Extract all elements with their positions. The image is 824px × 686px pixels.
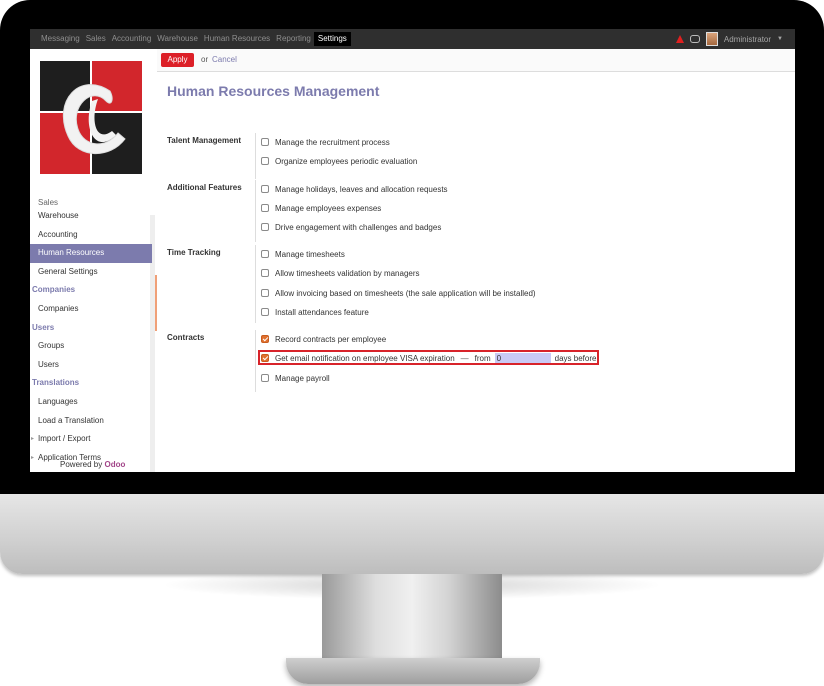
- section-label-additional-features: Additional Features: [167, 183, 242, 192]
- option-recruitment[interactable]: Manage the recruitment process: [261, 136, 390, 148]
- timesheets-checkbox[interactable]: [261, 250, 269, 258]
- attendances-checkbox[interactable]: [261, 308, 269, 316]
- sidebar-item-load-translation[interactable]: Load a Translation: [30, 412, 152, 431]
- contracts-checkbox[interactable]: [261, 335, 269, 343]
- timesheet-invoicing-checkbox[interactable]: [261, 289, 269, 297]
- option-timesheet-invoicing[interactable]: Allow invoicing based on timesheets (the…: [261, 287, 536, 299]
- section-label-time-tracking: Time Tracking: [167, 248, 221, 257]
- option-label: Manage payroll: [275, 373, 330, 383]
- payroll-checkbox[interactable]: [261, 374, 269, 382]
- sidebar-item-users[interactable]: Users: [30, 356, 152, 375]
- option-evaluation[interactable]: Organize employees periodic evaluation: [261, 155, 417, 167]
- top-navbar: Messaging Sales Accounting Warehouse Hum…: [30, 29, 795, 50]
- sidebar-item-groups[interactable]: Groups: [30, 337, 152, 356]
- sidebar-item-languages[interactable]: Languages: [30, 393, 152, 412]
- option-label: Organize employees periodic evaluation: [275, 156, 418, 166]
- or-label: or: [201, 55, 209, 64]
- option-expenses[interactable]: Manage employees expenses: [261, 202, 381, 214]
- separator-dash: —: [460, 353, 469, 363]
- sidebar: Sales Warehouse Accounting Human Resourc…: [30, 49, 157, 472]
- option-timesheets[interactable]: Manage timesheets: [261, 248, 345, 260]
- option-label: Drive engagement with challenges and bad…: [275, 222, 442, 232]
- sidebar-item-sales[interactable]: Sales: [30, 199, 152, 207]
- visa-notification-checkbox[interactable]: [261, 354, 269, 362]
- app-screen: Messaging Sales Accounting Warehouse Hum…: [30, 29, 795, 472]
- menu-warehouse[interactable]: Warehouse: [154, 29, 201, 49]
- monitor-stand: [322, 574, 502, 666]
- option-visa-notification[interactable]: Get email notification on employee VISA …: [261, 352, 596, 364]
- main-menu: Messaging Sales Accounting Warehouse Hum…: [38, 29, 351, 49]
- monitor-chin: [0, 494, 824, 574]
- option-label: Allow timesheets validation by managers: [275, 268, 420, 278]
- company-logo: [40, 61, 142, 174]
- menu-settings[interactable]: Settings: [313, 32, 351, 46]
- apply-button[interactable]: Apply: [161, 53, 194, 67]
- settings-form: Apply or Cancel Human Resources Manageme…: [157, 49, 795, 472]
- days-before-input[interactable]: [494, 353, 551, 363]
- option-timesheet-validation[interactable]: Allow timesheets validation by managers: [261, 267, 420, 279]
- form-toolbar: Apply or Cancel: [157, 49, 795, 72]
- sidebar-item-import-export[interactable]: Import / Export: [30, 430, 152, 449]
- cancel-link[interactable]: Cancel: [212, 53, 237, 67]
- menu-messaging[interactable]: Messaging: [38, 29, 83, 49]
- section-label-contracts: Contracts: [167, 333, 205, 342]
- option-label: Manage employees expenses: [275, 203, 382, 213]
- section-divider: [255, 245, 256, 323]
- timesheet-validation-checkbox[interactable]: [261, 269, 269, 277]
- option-label: Get email notification on employee VISA …: [275, 353, 455, 363]
- option-holidays[interactable]: Manage holidays, leaves and allocation r…: [261, 183, 448, 195]
- section-divider: [255, 133, 256, 179]
- from-label: from: [474, 353, 491, 363]
- challenges-checkbox[interactable]: [261, 223, 269, 231]
- menu-accounting[interactable]: Accounting: [109, 29, 155, 49]
- sidebar-category-companies[interactable]: Companies: [30, 281, 152, 300]
- option-label: Allow invoicing based on timesheets (the…: [275, 288, 536, 298]
- option-payroll[interactable]: Manage payroll: [261, 372, 330, 384]
- recruitment-checkbox[interactable]: [261, 138, 269, 146]
- user-area: Administrator ▼: [675, 29, 783, 49]
- sidebar-category-translations[interactable]: Translations: [30, 374, 152, 393]
- sidebar-category-users[interactable]: Users: [30, 319, 152, 338]
- evaluation-checkbox[interactable]: [261, 157, 269, 165]
- warning-icon[interactable]: [675, 35, 684, 43]
- holidays-checkbox[interactable]: [261, 185, 269, 193]
- user-menu[interactable]: Administrator: [724, 35, 771, 44]
- menu-sales[interactable]: Sales: [83, 29, 109, 49]
- option-label: Record contracts per employee: [275, 334, 387, 344]
- section-divider: [255, 180, 256, 242]
- option-label: Install attendances feature: [275, 307, 369, 317]
- sidebar-item-companies[interactable]: Companies: [30, 300, 152, 319]
- odoo-link[interactable]: Odoo: [104, 460, 125, 469]
- option-attendances[interactable]: Install attendances feature: [261, 306, 369, 318]
- monitor-base: [286, 658, 540, 684]
- chevron-down-icon: ▼: [777, 36, 783, 42]
- option-label: Manage timesheets: [275, 249, 345, 259]
- menu-reporting[interactable]: Reporting: [273, 29, 314, 49]
- sidebar-item-accounting[interactable]: Accounting: [30, 226, 152, 245]
- menu-human-resources[interactable]: Human Resources: [201, 29, 273, 49]
- powered-by: Powered by Odoo: [60, 460, 125, 469]
- sidebar-item-warehouse[interactable]: Warehouse: [30, 207, 152, 226]
- option-label: Manage holidays, leaves and allocation r…: [275, 184, 448, 194]
- expenses-checkbox[interactable]: [261, 204, 269, 212]
- page-title: Human Resources Management: [167, 83, 380, 99]
- section-label-talent-management: Talent Management: [167, 136, 242, 145]
- sidebar-menu: Sales Warehouse Accounting Human Resourc…: [30, 199, 152, 467]
- sidebar-item-general-settings[interactable]: General Settings: [30, 263, 152, 282]
- sidebar-item-human-resources[interactable]: Human Resources: [30, 244, 152, 263]
- days-before-label: days before: [554, 353, 597, 363]
- option-contracts[interactable]: Record contracts per employee: [261, 333, 386, 345]
- chat-icon[interactable]: [689, 35, 700, 43]
- option-label: Manage the recruitment process: [275, 137, 390, 147]
- avatar[interactable]: [705, 32, 718, 46]
- section-divider: [255, 330, 256, 392]
- powered-by-label: Powered by: [60, 460, 103, 469]
- option-challenges[interactable]: Drive engagement with challenges and bad…: [261, 221, 441, 233]
